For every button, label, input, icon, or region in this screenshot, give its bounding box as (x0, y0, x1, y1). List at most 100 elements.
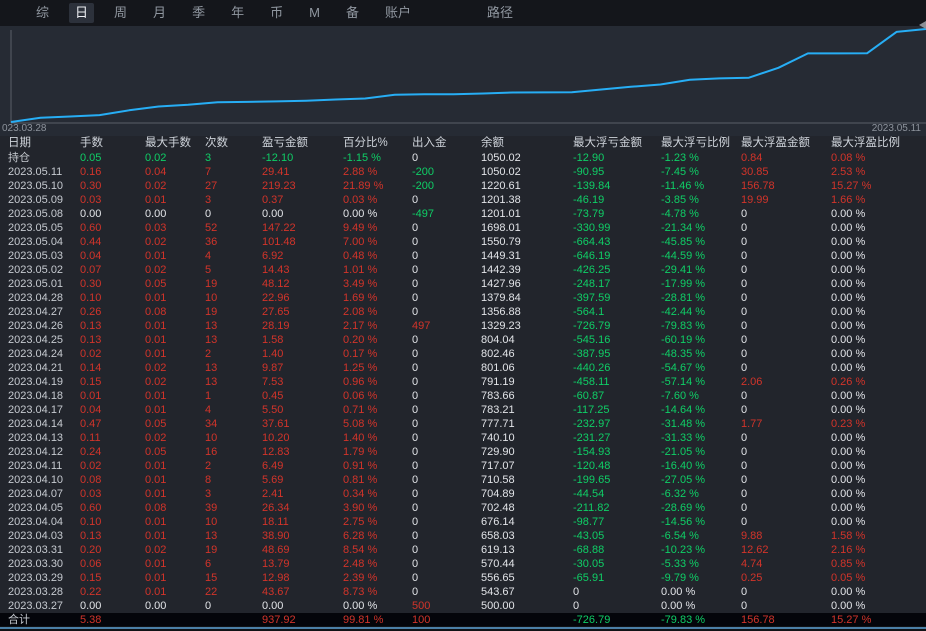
menu-item-1[interactable]: 综 (30, 3, 55, 23)
cell: 1329.23 (481, 320, 521, 332)
menu-item-8[interactable]: M (303, 3, 326, 23)
table-row[interactable]: 2023.04.18 0.01 0.01 1 0.45 0.06 % 0 783.66 -60.… (0, 389, 926, 403)
menu-item-4[interactable]: 月 (147, 3, 172, 23)
menu-item-3[interactable]: 周 (108, 3, 133, 23)
cell: 0 (741, 278, 748, 290)
cell: 5.50 (262, 404, 284, 416)
table-row[interactable]: 2023.05.08 0.00 0.00 0 0.00 0.00 % -497 1201.01… (0, 207, 926, 221)
cell: 99.81 % (343, 614, 384, 626)
cell: 0.26 % (831, 376, 866, 388)
cell: 0.01 (145, 460, 167, 472)
cell: -12.10 (262, 152, 294, 164)
cell: 0.01 (145, 292, 167, 304)
cell: 0.00 % (831, 362, 866, 374)
table-row[interactable]: 2023.05.04 0.44 0.02 36 101.48 7.00 % 0 1550.79… (0, 235, 926, 249)
cell: 2023.04.04 (8, 516, 64, 528)
table-row[interactable]: 2023.03.29 0.15 0.01 15 12.98 2.39 % 0 556.65 -6… (0, 571, 926, 585)
cell: 0.02 (145, 362, 167, 374)
cell: 543.67 (481, 586, 515, 598)
cell: 0 (412, 278, 419, 290)
table-row[interactable]: 2023.04.13 0.11 0.02 10 10.20 1.40 % 0 740.10 -2… (0, 431, 926, 445)
cell: 1220.61 (481, 180, 521, 192)
menu-item-10[interactable]: 账户 (379, 3, 417, 23)
table-row[interactable]: 2023.04.11 0.02 0.01 2 6.49 0.91 % 0 717.07 -120… (0, 459, 926, 473)
cell: 1.77 (741, 418, 763, 430)
cell: 0.37 (262, 194, 284, 206)
cell: 0.01 (145, 558, 167, 570)
table-row[interactable]: 持仓 0.05 0.02 3 -12.10 -1.15 % 0 1050.02 -12.90 -1… (0, 151, 926, 165)
table-row[interactable]: 2023.05.09 0.03 0.01 3 0.37 0.03 % 0 1201.38 -46… (0, 193, 926, 207)
cell: 2023.03.27 (8, 600, 64, 612)
table-row[interactable]: 2023.04.21 0.14 0.02 13 9.87 1.25 % 0 801.06 -44… (0, 361, 926, 375)
table-row[interactable]: 2023.04.26 0.13 0.01 13 28.19 2.17 % 497 1329.2… (0, 319, 926, 333)
table-row[interactable]: 2023.05.01 0.30 0.05 19 48.12 3.49 % 0 1427.96 -… (0, 277, 926, 291)
table-row[interactable]: 2023.04.04 0.10 0.01 10 18.11 2.75 % 0 676.14 -9… (0, 515, 926, 529)
cell: 0.01 (145, 404, 167, 416)
table-row[interactable]: 2023.04.05 0.60 0.08 39 26.34 3.90 % 0 702.48 -2… (0, 501, 926, 515)
table-row[interactable]: 2023.04.07 0.03 0.01 3 2.41 0.34 % 0 704.89 -44.… (0, 487, 926, 501)
cell: 0.02 (145, 432, 167, 444)
table-row[interactable]: 2023.03.30 0.06 0.01 6 13.79 2.48 % 0 570.44 -30… (0, 557, 926, 571)
cell: 1698.01 (481, 222, 521, 234)
table-row[interactable]: 2023.03.28 0.22 0.01 22 43.67 8.73 % 0 543.67 0 0… (0, 585, 926, 599)
cell: 802.46 (481, 348, 515, 360)
table-row[interactable]: 2023.05.11 0.16 0.04 7 29.41 2.88 % -200 1050.0… (0, 165, 926, 179)
chart-end-date-label: 2023.05.11 (871, 123, 921, 134)
table-row[interactable]: 2023.04.19 0.15 0.02 13 7.53 0.96 % 0 791.19 -45… (0, 375, 926, 389)
table-row[interactable]: 2023.04.25 0.13 0.01 13 1.58 0.20 % 0 804.04 -54… (0, 333, 926, 347)
menu-item-2[interactable]: 日 (69, 3, 95, 23)
table-row[interactable]: 2023.05.10 0.30 0.02 27 219.23 21.89 % -200 122… (0, 179, 926, 193)
menu-item-6[interactable]: 年 (225, 3, 250, 23)
table-row[interactable]: 2023.04.24 0.02 0.01 2 1.40 0.17 % 0 802.46 -387… (0, 347, 926, 361)
cell: 22.96 (262, 292, 290, 304)
cell: 0.30 (80, 278, 102, 290)
cell: 0.00 % (831, 404, 866, 416)
table-row[interactable]: 2023.04.27 0.26 0.08 19 27.65 2.08 % 0 1356.88 -… (0, 305, 926, 319)
cell: 3 (205, 488, 212, 500)
menu-item-7[interactable]: 币 (264, 3, 289, 23)
cell: 4 (205, 404, 212, 416)
table-row[interactable]: 2023.05.05 0.60 0.03 52 147.22 9.49 % 0 1698.01… (0, 221, 926, 235)
table-row[interactable]: 2023.04.12 0.24 0.05 16 12.83 1.79 % 0 729.90 -1… (0, 445, 926, 459)
table-row[interactable]: 2023.04.10 0.08 0.01 8 5.69 0.81 % 0 710.58 -199… (0, 473, 926, 487)
table-row[interactable]: 2023.03.27 0.00 0.00 0 0.00 0.00 % 500 500.00 0 0… (0, 599, 926, 613)
cell: -54.67 % (661, 362, 706, 374)
cell: 8.54 % (343, 544, 378, 556)
cell: 2023.05.02 (8, 264, 64, 276)
cell: 18.11 (262, 516, 289, 528)
cell: 497 (412, 320, 431, 332)
cell: -726.79 (573, 614, 611, 626)
cell: 13 (205, 362, 218, 374)
cell: -46.19 (573, 194, 605, 206)
table-row[interactable]: 2023.05.03 0.04 0.01 4 6.92 0.48 % 0 1449.31 -64… (0, 249, 926, 263)
cell: 0.08 (145, 502, 167, 514)
cell: 1427.96 (481, 278, 521, 290)
menu-item-9[interactable]: 备 (340, 3, 365, 23)
table-row[interactable]: 2023.05.02 0.07 0.02 5 14.43 1.01 % 0 1442.39 -4… (0, 263, 926, 277)
cell: 1.25 % (343, 362, 378, 374)
menu-item-11[interactable]: 路径 (481, 3, 519, 23)
cell: 0.14 (80, 362, 102, 374)
bottom-scroll-strip[interactable] (0, 626, 926, 631)
cell: 0.15 (80, 572, 102, 584)
cell: -211.82 (573, 502, 610, 514)
cell: -14.64 % (661, 404, 706, 416)
cell: 2023.05.03 (8, 250, 64, 262)
bottom-accent-line (0, 627, 926, 629)
cell: 0 (412, 404, 419, 416)
table-row[interactable]: 2023.04.28 0.10 0.01 10 22.96 1.69 % 0 1379.84 -… (0, 291, 926, 305)
cell: 156.78 (741, 180, 775, 192)
total-row[interactable]: 合计 5.38 937.92 99.81 % 100 -726.79 -79.83 % 156… (0, 613, 926, 627)
cell: 12.62 (741, 544, 769, 556)
cell: 3 (205, 194, 212, 206)
table-row[interactable]: 2023.03.31 0.20 0.02 19 48.69 8.54 % 0 619.13 -6… (0, 543, 926, 557)
cell: 27.65 (262, 306, 290, 318)
table-row[interactable]: 2023.04.17 0.04 0.01 4 5.50 0.71 % 0 783.21 -117… (0, 403, 926, 417)
cell: 783.21 (481, 404, 515, 416)
cell: 0.07 (80, 264, 102, 276)
cell: 2.06 (741, 376, 763, 388)
cell: 0.01 (145, 348, 167, 360)
table-row[interactable]: 2023.04.14 0.47 0.05 34 37.61 5.08 % 0 777.71 -2… (0, 417, 926, 431)
menu-item-5[interactable]: 季 (186, 3, 211, 23)
table-row[interactable]: 2023.04.03 0.13 0.01 13 38.90 6.28 % 0 658.03 -4… (0, 529, 926, 543)
